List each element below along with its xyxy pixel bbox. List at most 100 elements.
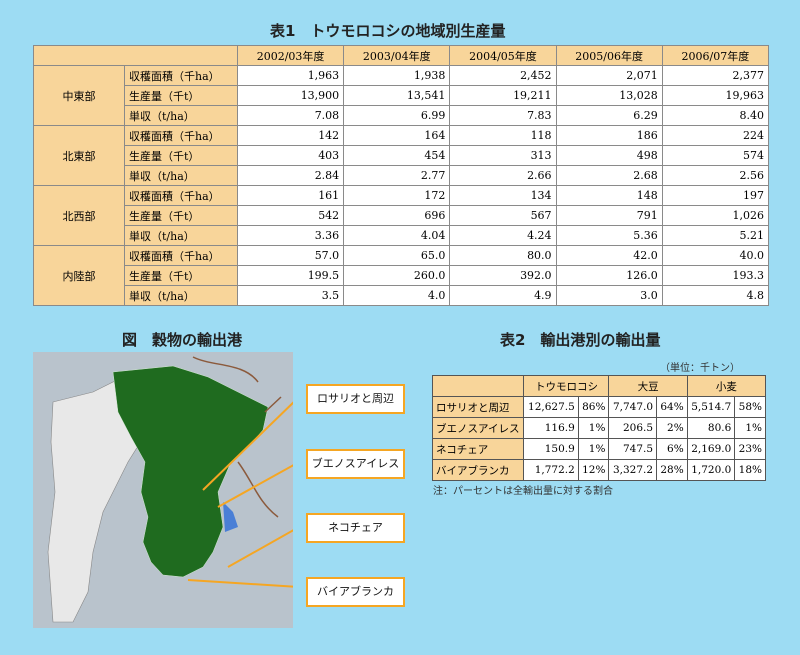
value-cell: 199.5: [236, 265, 345, 286]
value-cell: 4.0: [343, 285, 451, 306]
year-header: 2006/07年度: [661, 45, 770, 66]
argentina-map: [33, 352, 300, 628]
year-header: 2005/06年度: [555, 45, 663, 66]
table1-row: 内陸部 収穫面積（千ha） 57.0 65.0 80.0 42.0 40.0: [33, 245, 770, 306]
value-cell: 142: [236, 125, 345, 146]
export-value: 28%: [656, 459, 688, 481]
value-cell: 80.0: [449, 245, 557, 266]
table1-row: 生産量（千t） 542 696 567 791 1,026: [34, 205, 770, 226]
production-table: 2002/03年度 2003/04年度 2004/05年度 2005/06年度 2006…: [33, 45, 770, 306]
export-value: 2,169.0: [686, 438, 736, 460]
export-value: 18%: [734, 459, 766, 481]
value-cell: 148: [555, 185, 663, 206]
metric-label: 生産量（千t）: [124, 265, 238, 286]
value-cell: 498: [555, 145, 663, 166]
metric-label: 生産量（千t）: [124, 85, 238, 106]
value-cell: 403: [236, 145, 345, 166]
crop-header: 小麦: [686, 375, 767, 397]
export-value: 1,772.2: [523, 459, 579, 481]
metric-label: 収穫面積（千ha）: [124, 125, 238, 146]
year-header: 2003/04年度: [343, 45, 451, 66]
export-value: 12%: [577, 459, 610, 481]
export-value: 1%: [734, 417, 766, 439]
region-name: 北東部: [33, 125, 125, 186]
table2-note: 注：パーセントは全輸出量に対する割合: [433, 486, 613, 497]
port-name: ロサリオと周辺: [431, 396, 525, 418]
table1-row: 生産量（千t） 13,900 13,541 19,211 13,028 19,963: [34, 85, 770, 106]
export-value: 747.5: [608, 438, 658, 460]
value-cell: 13,541: [343, 85, 451, 106]
value-cell: 197: [661, 185, 770, 206]
value-cell: 542: [236, 205, 345, 226]
crop-header: トウモロコシ: [523, 375, 610, 397]
export-value: 2%: [656, 417, 688, 439]
table2-corner: [431, 375, 525, 397]
metric-label: 収穫面積（千ha）: [124, 185, 238, 206]
value-cell: 164: [343, 125, 451, 146]
table2-row: ネコチェア 150.9 1% 747.5 6% 2,169.0 23%: [431, 438, 766, 460]
value-cell: 57.0: [236, 245, 345, 266]
value-cell: 4.24: [449, 225, 557, 246]
value-cell: 2.77: [343, 165, 451, 186]
figure-title: 図 穀物の輸出港: [122, 331, 243, 349]
callout-buenosaires: ブエノスアイレス: [306, 449, 405, 479]
export-value: 58%: [734, 396, 766, 418]
value-cell: 224: [661, 125, 770, 146]
value-cell: 2.68: [555, 165, 663, 186]
export-value: 1%: [577, 438, 610, 460]
value-cell: 193.3: [661, 265, 770, 286]
region-name: 中東部: [33, 65, 125, 126]
metric-label: 単収（t/ha）: [124, 285, 238, 306]
region-name: 北西部: [33, 185, 125, 246]
value-cell: 6.99: [343, 105, 451, 126]
table2-title: 表2 輸出港別の輸出量: [500, 331, 661, 349]
value-cell: 6.29: [555, 105, 663, 126]
crop-header: 大豆: [608, 375, 688, 397]
metric-label: 生産量（千t）: [124, 205, 238, 226]
value-cell: 454: [343, 145, 451, 166]
table1-row: 中東部 収穫面積（千ha） 1,963 1,938 2,452 2,071 2,377: [33, 65, 770, 126]
value-cell: 1,938: [343, 65, 451, 86]
value-cell: 7.08: [236, 105, 345, 126]
table2-unit: （単位：千トン）: [660, 363, 740, 374]
metric-label: 収穫面積（千ha）: [124, 245, 238, 266]
metric-label: 生産量（千t）: [124, 145, 238, 166]
value-cell: 574: [661, 145, 770, 166]
port-name: バイアブランカ: [431, 459, 525, 481]
value-cell: 4.04: [343, 225, 451, 246]
value-cell: 2.56: [661, 165, 770, 186]
table1-row: 生産量（千t） 403 454 313 498 574: [34, 145, 770, 166]
value-cell: 3.0: [555, 285, 663, 306]
value-cell: 65.0: [343, 245, 451, 266]
table2-row: ロサリオと周辺 12,627.5 86% 7,747.0 64% 5,514.7 58%: [431, 396, 766, 418]
value-cell: 13,900: [236, 85, 345, 106]
value-cell: 13,028: [555, 85, 663, 106]
export-value: 23%: [734, 438, 766, 460]
table1-row: 北東部 収穫面積（千ha） 142 164 118 186 224: [33, 125, 770, 186]
value-cell: 7.83: [449, 105, 557, 126]
value-cell: 5.21: [661, 225, 770, 246]
table2-header-row: トウモロコシ 大豆 小麦: [431, 375, 767, 397]
export-table: トウモロコシ 大豆 小麦 ロサリオと周辺 12,627.5 86% 7,747.0 64% 5,…: [431, 375, 767, 481]
export-value: 150.9: [523, 438, 579, 460]
table1-row: 単収（t/ha） 7.08 6.99 7.83 6.29 8.40: [34, 105, 770, 126]
table1-title: 表1 トウモロコシの地域別生産量: [270, 22, 506, 40]
value-cell: 4.8: [661, 285, 770, 306]
value-cell: 2,071: [555, 65, 663, 86]
value-cell: 161: [236, 185, 345, 206]
value-cell: 791: [555, 205, 663, 226]
port-name: ブエノスアイレス: [431, 417, 525, 439]
value-cell: 118: [449, 125, 557, 146]
callout-rosario: ロサリオと周辺: [306, 384, 405, 414]
table1-corner: [33, 45, 238, 66]
value-cell: 2.84: [236, 165, 345, 186]
value-cell: 40.0: [661, 245, 770, 266]
export-value: 116.9: [523, 417, 579, 439]
value-cell: 8.40: [661, 105, 770, 126]
value-cell: 4.9: [449, 285, 557, 306]
export-value: 80.6: [686, 417, 736, 439]
export-value: 1,720.0: [686, 459, 736, 481]
value-cell: 5.36: [555, 225, 663, 246]
port-name: ネコチェア: [431, 438, 525, 460]
table1-header-row: 2002/03年度 2003/04年度 2004/05年度 2005/06年度 2006…: [33, 45, 770, 66]
